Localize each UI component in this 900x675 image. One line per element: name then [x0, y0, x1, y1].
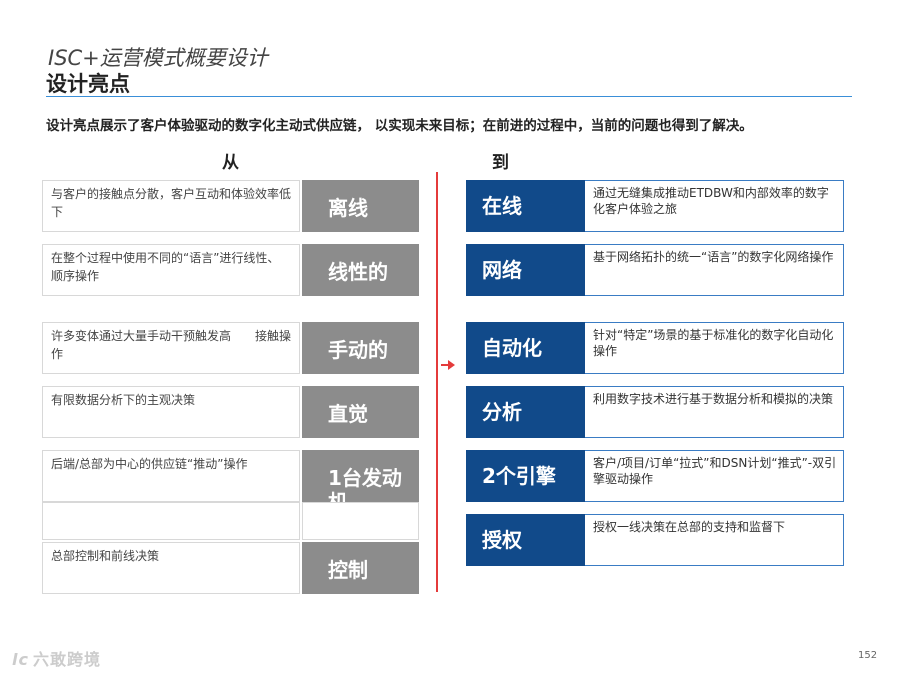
to-row: 分析 利用数字技术进行基于数据分析和模拟的决策: [466, 386, 844, 438]
to-description: 授权一线决策在总部的支持和监督下: [585, 514, 844, 566]
empty-tag-cell: [302, 502, 419, 540]
from-description: 许多变体通过大量手动干预触发高 接触操作: [42, 322, 300, 374]
from-tag: 手动的: [302, 322, 419, 374]
logo-text: 六敢跨境: [32, 650, 101, 669]
to-tag: 授权: [466, 514, 585, 566]
from-description: 有限数据分析下的主观决策: [42, 386, 300, 438]
logo-mark-icon: lc: [12, 650, 29, 669]
from-description: 总部控制和前线决策: [42, 542, 300, 594]
from-column-header: 从: [222, 153, 239, 173]
title-rule: [46, 96, 852, 97]
to-tag: 在线: [466, 180, 585, 232]
from-tag: 离线: [302, 180, 419, 232]
to-column-header: 到: [492, 153, 509, 173]
from-tag: 控制: [302, 542, 419, 594]
to-row: 在线 通过无缝集成推动ETDBW和内部效率的数字化客户体验之旅: [466, 180, 844, 232]
page-number: 152: [858, 650, 878, 661]
to-description: 基于网络拓扑的统一“语言”的数字化网络操作: [585, 244, 844, 296]
from-row: 与客户的接触点分散，客户互动和体验效率低下 离线: [42, 180, 419, 232]
from-row: 总部控制和前线决策 控制: [42, 542, 419, 594]
to-description: 客户/项目/订单“拉式”和DSN计划“推式”-双引擎驱动操作: [585, 450, 844, 502]
from-row: 后端/总部为中心的供应链“推动”操作 1台发动机: [42, 450, 419, 502]
to-description: 利用数字技术进行基于数据分析和模拟的决策: [585, 386, 844, 438]
empty-description-cell: [42, 502, 300, 540]
to-row: 2个引擎 客户/项目/订单“拉式”和DSN计划“推式”-双引擎驱动操作: [466, 450, 844, 502]
empty-row: [42, 502, 419, 540]
from-description: 与客户的接触点分散，客户互动和体验效率低下: [42, 180, 300, 232]
to-row: 自动化 针对“特定”场景的基于标准化的数字化自动化操作: [466, 322, 844, 374]
to-description: 针对“特定”场景的基于标准化的数字化自动化操作: [585, 322, 844, 374]
divider-line: [436, 172, 438, 592]
from-row: 许多变体通过大量手动干预触发高 接触操作 手动的: [42, 322, 419, 374]
from-tag: 1台发动机: [302, 450, 419, 502]
to-row: 网络 基于网络拓扑的统一“语言”的数字化网络操作: [466, 244, 844, 296]
slide-title: 设计亮点: [46, 72, 130, 96]
from-description: 后端/总部为中心的供应链“推动”操作: [42, 450, 300, 502]
to-tag: 自动化: [466, 322, 585, 374]
to-tag: 网络: [466, 244, 585, 296]
watermark-logo: lc 六敢跨境: [12, 646, 101, 670]
arrow-right-icon: [441, 360, 455, 370]
intro-text: 设计亮点展示了客户体验驱动的数字化主动式供应链， 以实现未来目标；在前进的过程中…: [46, 118, 753, 134]
to-tag: 分析: [466, 386, 585, 438]
from-description: 在整个过程中使用不同的“语言”进行线性、顺序操作: [42, 244, 300, 296]
to-description: 通过无缝集成推动ETDBW和内部效率的数字化客户体验之旅: [585, 180, 844, 232]
to-tag: 2个引擎: [466, 450, 585, 502]
from-tag: 直觉: [302, 386, 419, 438]
from-row: 有限数据分析下的主观决策 直觉: [42, 386, 419, 438]
from-row: 在整个过程中使用不同的“语言”进行线性、顺序操作 线性的: [42, 244, 419, 296]
to-row: 授权 授权一线决策在总部的支持和监督下: [466, 514, 844, 566]
from-tag: 线性的: [302, 244, 419, 296]
